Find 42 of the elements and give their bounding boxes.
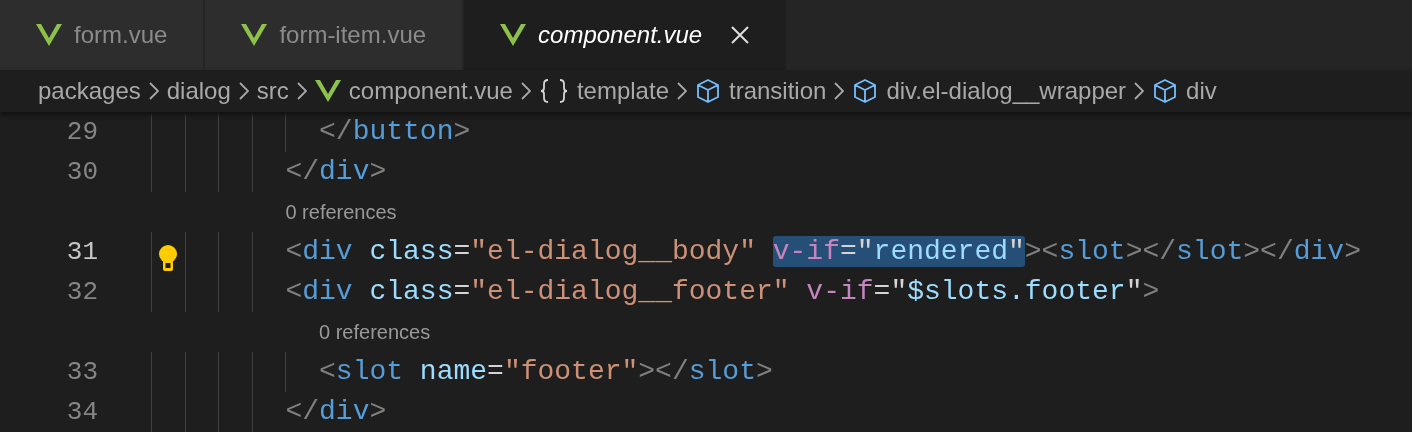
chevron-icon	[677, 82, 687, 100]
cube-icon	[695, 78, 721, 104]
code-line: </button>	[319, 115, 471, 149]
code-line: </div>	[285, 395, 387, 429]
breadcrumb-item[interactable]: packages	[38, 73, 141, 109]
line-number: 32	[65, 275, 98, 309]
lightbulb-icon[interactable]	[158, 244, 178, 273]
chevron-icon	[148, 82, 159, 100]
code-line: </div>	[285, 155, 387, 189]
breadcrumb-item[interactable]: src	[256, 73, 289, 109]
codelens-link[interactable]: 0 references	[285, 197, 397, 227]
line-number: 31	[65, 235, 98, 269]
codelens-link[interactable]: 0 references	[319, 317, 431, 347]
vue-logo-icon	[241, 24, 268, 46]
line-number: 33	[65, 355, 98, 389]
code-line: <div class="el-dialog__body" v-if="rendered"><slot></slot></div>	[285, 235, 1361, 269]
cube-icon	[1152, 78, 1179, 104]
line-number: 29	[65, 115, 98, 149]
breadcrumb-item[interactable]: div	[1186, 73, 1217, 109]
code-line: <slot name="footer"></slot>	[319, 355, 773, 389]
chevron-icon	[520, 82, 531, 100]
breadcrumb-item[interactable]: transition	[729, 73, 827, 109]
code-line: <div class="el-dialog__footer" v-if="$slots.footer">	[285, 275, 1160, 309]
cube-icon	[852, 78, 879, 104]
chevron-icon	[834, 82, 845, 100]
breadcrumb-item[interactable]: template	[576, 73, 669, 109]
line-number: 30	[65, 155, 98, 189]
chevron-icon	[238, 82, 249, 100]
breadcrumb-item[interactable]: component.vue	[348, 73, 513, 109]
vue-logo-icon	[314, 80, 341, 102]
vue-logo-icon	[500, 24, 527, 46]
chevron-icon	[1134, 82, 1145, 100]
vue-logo-icon	[36, 24, 62, 46]
close-icon[interactable]	[730, 25, 751, 45]
chevron-icon	[296, 82, 307, 100]
braces-icon	[538, 78, 569, 104]
editor-tab[interactable]: form.vue	[0, 0, 206, 70]
editor-tab[interactable]: component.vue	[464, 0, 789, 70]
breadcrumb-item[interactable]: dialog	[166, 73, 231, 109]
breadcrumb-item[interactable]: div.el-dialog__wrapper	[886, 73, 1127, 109]
line-number: 34	[65, 395, 98, 429]
editor-tab[interactable]: form-item.vue	[205, 0, 465, 70]
